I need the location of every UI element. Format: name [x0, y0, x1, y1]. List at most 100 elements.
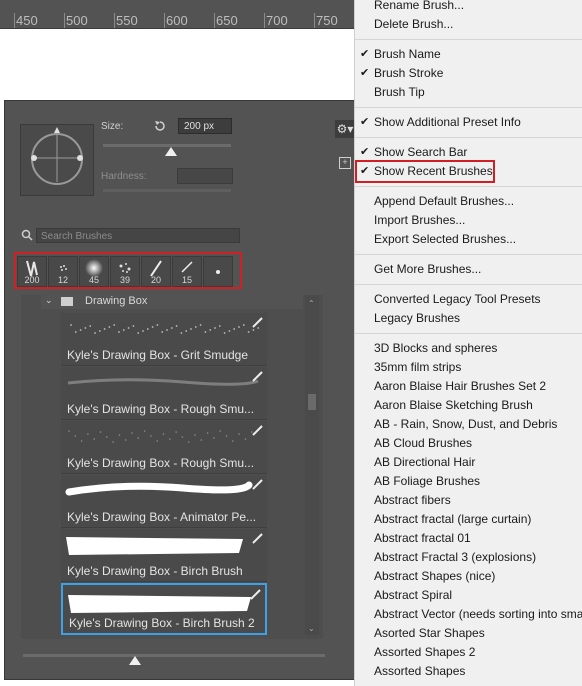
- recent-brush-size: 200: [24, 275, 40, 285]
- menu-item[interactable]: ✔ Brush Name: [355, 45, 582, 64]
- menu-item[interactable]: Export Selected Brushes...: [355, 230, 582, 249]
- ruler-tick: [14, 13, 15, 28]
- panel-options-gear-icon[interactable]: ⚙▾: [335, 120, 355, 138]
- brush-preset-name: Kyle's Drawing Box - Birch Brush: [67, 564, 243, 578]
- search-brushes-input[interactable]: Search Brushes: [36, 228, 240, 243]
- chevron-down-icon[interactable]: ⌄: [45, 295, 53, 306]
- menu-item[interactable]: 3D Blocks and spheres: [355, 339, 582, 358]
- recent-brush-4[interactable]: 39: [110, 256, 140, 287]
- brush-preset-name: Kyle's Drawing Box - Birch Brush 2: [69, 616, 255, 630]
- ruler-tick-label: 750: [316, 13, 338, 28]
- ruler-tick: [64, 13, 65, 28]
- ruler-tick: [264, 13, 265, 28]
- brush-preset-name: Kyle's Drawing Box - Rough Smu...: [67, 402, 255, 416]
- horizontal-ruler: 450 500 550 600 650 700 750: [0, 0, 354, 29]
- brush-preset-item[interactable]: Kyle's Drawing Box - Animator Pe...: [61, 475, 267, 528]
- menu-item[interactable]: Abstract Vector (needs sorting into sma: [355, 605, 582, 624]
- menu-separator: [355, 254, 582, 255]
- recent-brush-size: 20: [150, 275, 161, 285]
- menu-separator: [355, 107, 582, 108]
- new-brush-icon[interactable]: +: [339, 157, 351, 169]
- menu-item[interactable]: Abstract Spiral: [355, 586, 582, 605]
- preview-size-slider[interactable]: [23, 654, 325, 657]
- menu-item-label: Abstract fractal 01: [374, 531, 471, 545]
- menu-item-label: 3D Blocks and spheres: [374, 341, 498, 355]
- scrollbar-thumb[interactable]: [308, 394, 316, 410]
- recent-brush-1[interactable]: 200: [17, 256, 47, 287]
- menu-item-label: Delete Brush...: [374, 17, 454, 31]
- size-slider-thumb[interactable]: [164, 147, 177, 156]
- ruler-tick: [314, 13, 315, 28]
- menu-item[interactable]: 35mm film strips: [355, 358, 582, 377]
- scroll-up-icon[interactable]: ⌃: [308, 299, 315, 308]
- ruler-tick-label: 650: [216, 13, 238, 28]
- menu-item[interactable]: Aaron Blaise Hair Brushes Set 2: [355, 377, 582, 396]
- menu-separator: [355, 186, 582, 187]
- recent-brush-size: 39: [119, 275, 130, 285]
- preview-size-slider-thumb[interactable]: [128, 656, 141, 665]
- menu-item[interactable]: Rename Brush...: [355, 0, 582, 15]
- menu-item[interactable]: AB - Rain, Snow, Dust, and Debris: [355, 415, 582, 434]
- menu-item-label: Abstract Spiral: [374, 588, 453, 602]
- recent-brush-7[interactable]: [203, 256, 233, 287]
- menu-item[interactable]: Asorted Star Shapes: [355, 624, 582, 643]
- size-input[interactable]: 200 px: [178, 118, 232, 134]
- menu-item[interactable]: Aaron Blaise Sketching Brush: [355, 396, 582, 415]
- recent-brush-size: 15: [181, 275, 192, 285]
- brush-preset-name: Kyle's Drawing Box - Animator Pe...: [67, 510, 257, 524]
- menu-item[interactable]: ✔ Show Additional Preset Info: [355, 113, 582, 132]
- menu-item-label: Converted Legacy Tool Presets: [374, 292, 541, 306]
- brush-list-scrollbar[interactable]: ⌃ ⌄: [305, 295, 319, 635]
- recent-brush-5[interactable]: 20: [141, 256, 171, 287]
- menu-item[interactable]: Assorted Shapes 2: [355, 643, 582, 662]
- menu-item-label: Abstract Vector (needs sorting into sma: [374, 607, 582, 621]
- menu-item[interactable]: AB Foliage Brushes: [355, 472, 582, 491]
- menu-separator: [355, 39, 582, 40]
- scroll-down-icon[interactable]: ⌄: [308, 624, 315, 633]
- menu-item[interactable]: Assorted Shapes: [355, 662, 582, 681]
- menu-item-label: AB Directional Hair: [374, 455, 476, 469]
- menu-item[interactable]: Abstract fractal (large curtain): [355, 510, 582, 529]
- brush-preset-item[interactable]: Kyle's Drawing Box - Grit Smudge: [61, 313, 267, 366]
- menu-item[interactable]: Delete Brush...: [355, 15, 582, 34]
- hardness-input[interactable]: [177, 168, 233, 184]
- recent-brush-2[interactable]: 12: [48, 256, 78, 287]
- menu-item[interactable]: Converted Legacy Tool Presets: [355, 290, 582, 309]
- menu-separator: [355, 284, 582, 285]
- menu-item[interactable]: Legacy Brushes: [355, 309, 582, 328]
- menu-item[interactable]: Abstract Fractal 3 (explosions): [355, 548, 582, 567]
- menu-item-label: 35mm film strips: [374, 360, 462, 374]
- recent-brush-6[interactable]: 15: [172, 256, 202, 287]
- menu-item[interactable]: Abstract fractal 01: [355, 529, 582, 548]
- menu-item[interactable]: Abstract fibers: [355, 491, 582, 510]
- reset-size-icon[interactable]: [153, 119, 167, 133]
- menu-item[interactable]: AB Directional Hair: [355, 453, 582, 472]
- brush-group-header[interactable]: ⌄ Drawing Box: [41, 295, 303, 309]
- menu-item[interactable]: Brush Tip: [355, 83, 582, 102]
- recent-brush-3[interactable]: 45: [79, 256, 109, 287]
- menu-item-label: Abstract Shapes (nice): [374, 569, 496, 583]
- menu-item[interactable]: AB Cloud Brushes: [355, 434, 582, 453]
- menu-item[interactable]: Get More Brushes...: [355, 260, 582, 279]
- smudge-icon: [251, 316, 263, 328]
- brush-tip-angle-preview[interactable]: [20, 124, 94, 196]
- menu-item-label: Abstract fractal (large curtain): [374, 512, 532, 526]
- brush-preset-item[interactable]: Kyle's Drawing Box - Rough Smu...: [61, 367, 267, 420]
- brushes-panel: Size: 200 px Hardness: ⚙▾ + Search Brush…: [4, 100, 356, 680]
- menu-item-label: Import Brushes...: [374, 213, 466, 227]
- brush-preset-item[interactable]: Kyle's Drawing Box - Birch Brush 2: [61, 583, 267, 635]
- brush-preset-name: Kyle's Drawing Box - Rough Smu...: [67, 456, 255, 470]
- menu-item[interactable]: ✔ Brush Stroke: [355, 64, 582, 83]
- brush-preset-item[interactable]: Kyle's Drawing Box - Rough Smu...: [61, 421, 267, 474]
- menu-item-label: Legacy Brushes: [374, 311, 461, 325]
- menu-item-label: Aaron Blaise Sketching Brush: [374, 398, 533, 412]
- menu-item[interactable]: Abstract Shapes (nice): [355, 567, 582, 586]
- checkmark-icon: ✔: [360, 67, 370, 79]
- size-label: Size:: [101, 121, 124, 132]
- menu-item[interactable]: Import Brushes...: [355, 211, 582, 230]
- hardness-slider[interactable]: [103, 189, 231, 192]
- smudge-icon: [251, 424, 263, 436]
- angle-crosshair: [31, 127, 83, 182]
- menu-item[interactable]: Append Default Brushes...: [355, 192, 582, 211]
- brush-preset-item[interactable]: Kyle's Drawing Box - Birch Brush: [61, 529, 267, 582]
